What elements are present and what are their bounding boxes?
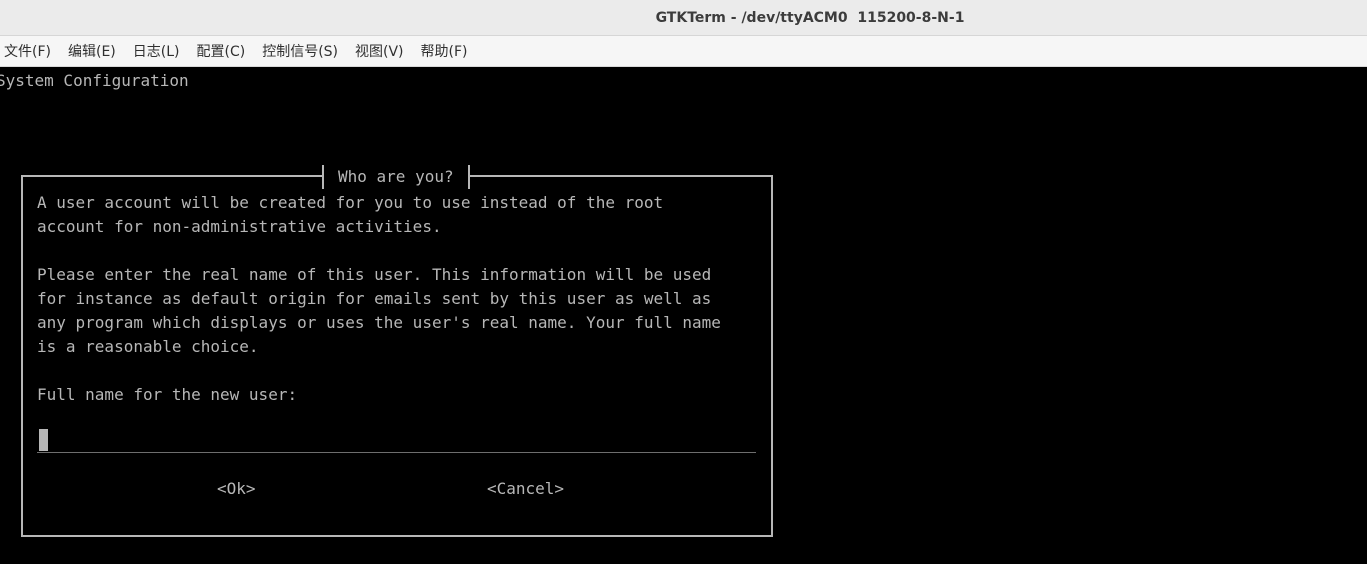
menu-help[interactable]: 帮助(F) xyxy=(421,41,468,61)
dialog-title: Who are you? xyxy=(322,165,470,189)
menu-view[interactable]: 视图(V) xyxy=(355,41,404,61)
menu-log[interactable]: 日志(L) xyxy=(133,41,180,61)
ok-button[interactable]: <Ok> xyxy=(217,477,256,501)
dialog-text-line: account for non-administrative activitie… xyxy=(37,217,442,236)
dialog-text-line: A user account will be created for you t… xyxy=(37,193,664,212)
text-cursor xyxy=(39,429,48,451)
dialog-text-line: is a reasonable choice. xyxy=(37,337,259,356)
menu-file[interactable]: 文件(F) xyxy=(4,41,51,61)
gtkterm-window: GTKTerm - /dev/ttyACM0 115200-8-N-1 文件(F… xyxy=(0,0,1367,564)
full-name-input[interactable] xyxy=(37,426,756,453)
terminal-area[interactable]: System Configuration Who are you? A user… xyxy=(0,67,1367,564)
menu-config[interactable]: 配置(C) xyxy=(197,41,246,61)
window-title: GTKTerm - /dev/ttyACM0 115200-8-N-1 xyxy=(655,10,965,26)
dialog-text-line: Please enter the real name of this user.… xyxy=(37,265,712,284)
system-configuration-header: System Configuration xyxy=(0,71,189,90)
title-bar[interactable]: GTKTerm - /dev/ttyACM0 115200-8-N-1 xyxy=(0,0,1367,36)
cancel-button[interactable]: <Cancel> xyxy=(487,477,564,501)
menu-control-signals[interactable]: 控制信号(S) xyxy=(262,41,338,61)
who-are-you-dialog: Who are you? A user account will be crea… xyxy=(21,165,773,537)
dialog-text-line: any program which displays or uses the u… xyxy=(37,313,721,332)
full-name-prompt: Full name for the new user: xyxy=(37,385,298,404)
dialog-text-line: for instance as default origin for email… xyxy=(37,289,712,308)
menu-bar: 文件(F) 编辑(E) 日志(L) 配置(C) 控制信号(S) 视图(V) 帮助… xyxy=(0,36,1367,67)
menu-edit[interactable]: 编辑(E) xyxy=(68,41,116,61)
